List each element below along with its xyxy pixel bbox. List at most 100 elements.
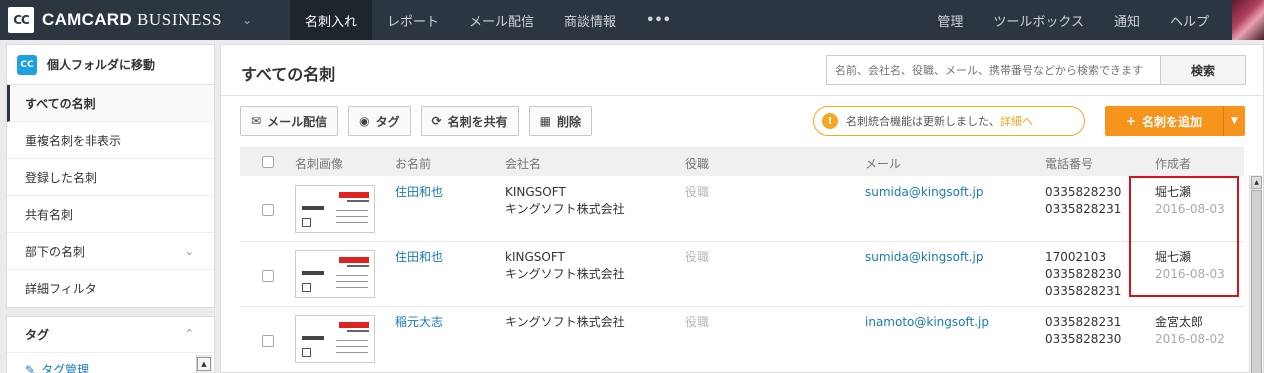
select-all-checkbox[interactable] bbox=[262, 156, 274, 168]
nav-item-notifications[interactable]: 通知 bbox=[1099, 0, 1155, 40]
tag-manage-label: タグ管理 bbox=[41, 363, 90, 373]
col-name[interactable]: お名前 bbox=[395, 155, 431, 172]
main-panel: すべての名刺 検索 ✉ メール配信 ◉ タグ ⟳ 名刺を共有 ▦ 削除 ! 名刺… bbox=[220, 44, 1264, 373]
phone-2: 0335828230 bbox=[1045, 332, 1122, 346]
col-role[interactable]: 役職 bbox=[685, 155, 709, 172]
tag-icon: ◉ bbox=[359, 114, 370, 128]
sidebar: CC 個人フォルダに移動 すべての名刺 重複名刺を非表示 登録した名刺 共有名刺… bbox=[6, 44, 215, 373]
table-row[interactable]: 稲元大志 キングソフト株式会社 役職 inamoto@kingsoft.jp 0… bbox=[240, 307, 1244, 373]
sidebar-card: CC 個人フォルダに移動 すべての名刺 重複名刺を非表示 登録した名刺 共有名刺… bbox=[6, 44, 215, 308]
nav-right: 管理 ツールボックス 通知 ヘルプ bbox=[922, 0, 1224, 40]
trash-icon: ▦ bbox=[539, 114, 551, 128]
camcard-icon: CC bbox=[17, 54, 37, 75]
row-checkbox[interactable] bbox=[262, 204, 274, 216]
add-card-dropdown[interactable]: ▼ bbox=[1223, 106, 1245, 136]
email-link[interactable]: sumida@kingsoft.jp bbox=[865, 182, 983, 202]
tag-panel: タグ ⌃ ✎ タグ管理 ▲ bbox=[6, 316, 215, 373]
caret-down-icon: ▼ bbox=[1231, 116, 1238, 126]
toolbar: ✉ メール配信 ◉ タグ ⟳ 名刺を共有 ▦ 削除 bbox=[240, 106, 593, 136]
nav-item-more[interactable]: ••• bbox=[631, 0, 686, 40]
business-card-thumbnail[interactable] bbox=[295, 315, 375, 363]
col-company[interactable]: 会社名 bbox=[505, 155, 541, 172]
table-row[interactable]: 住田和也 kINGSOFT キングソフト株式会社 役職 sumida@kings… bbox=[240, 242, 1244, 307]
brand-thin: BUSINESS bbox=[136, 10, 223, 29]
add-card-button[interactable]: + 名刺を追加 bbox=[1105, 106, 1223, 136]
chevron-up-icon[interactable]: ⌃ bbox=[185, 327, 194, 340]
search-box[interactable] bbox=[826, 55, 1161, 85]
contact-name[interactable]: 住田和也 bbox=[395, 247, 443, 267]
tag-button[interactable]: ◉ タグ bbox=[348, 106, 411, 136]
email-link[interactable]: inamoto@kingsoft.jp bbox=[865, 312, 989, 332]
email-link[interactable]: sumida@kingsoft.jp bbox=[865, 247, 983, 267]
brand-bold: CAMCARD bbox=[42, 10, 132, 29]
share-label: 名刺を共有 bbox=[447, 114, 508, 129]
avatar[interactable] bbox=[1232, 0, 1264, 40]
tag-label: タグ bbox=[375, 114, 400, 129]
add-card-label: 名刺を追加 bbox=[1142, 114, 1203, 129]
tag-scrollbar[interactable]: ▲ bbox=[196, 355, 212, 373]
sidebar-item-registered[interactable]: 登録した名刺 bbox=[7, 159, 214, 196]
highlight-annotation-box bbox=[1129, 176, 1239, 297]
camcard-logo-icon: CC bbox=[8, 7, 34, 33]
nav-item-report[interactable]: レポート bbox=[372, 0, 454, 40]
brand-name: CAMCARD BUSINESS bbox=[42, 10, 222, 30]
col-creator[interactable]: 作成者 bbox=[1155, 155, 1191, 172]
envelope-icon: ✉ bbox=[251, 114, 262, 128]
mail-delivery-label: メール配信 bbox=[267, 114, 328, 129]
sidebar-item-advanced-filter[interactable]: 詳細フィルタ bbox=[7, 270, 214, 307]
company-name-ja: キングソフト株式会社 bbox=[505, 267, 625, 281]
row-checkbox[interactable] bbox=[262, 270, 274, 282]
delete-button[interactable]: ▦ 削除 bbox=[528, 106, 593, 136]
nav-item-mail-delivery[interactable]: メール配信 bbox=[454, 0, 549, 40]
share-button[interactable]: ⟳ 名刺を共有 bbox=[420, 106, 519, 136]
business-card-thumbnail[interactable] bbox=[295, 250, 375, 298]
personal-folder-link[interactable]: CC 個人フォルダに移動 bbox=[7, 45, 214, 85]
tag-header[interactable]: タグ bbox=[7, 317, 214, 353]
scroll-up-icon[interactable]: ▲ bbox=[1251, 176, 1262, 189]
company-name-ja: キングソフト株式会社 bbox=[505, 315, 625, 329]
nav-item-deals[interactable]: 商談情報 bbox=[549, 0, 631, 40]
table-row[interactable]: 住田和也 KINGSOFT キングソフト株式会社 役職 sumida@kings… bbox=[240, 176, 1244, 242]
nav-item-help[interactable]: ヘルプ bbox=[1155, 0, 1224, 40]
sidebar-item-all-cards[interactable]: すべての名刺 bbox=[7, 85, 214, 122]
pencil-icon: ✎ bbox=[25, 362, 36, 373]
delete-label: 削除 bbox=[557, 114, 582, 129]
notice-detail-link[interactable]: 詳細へ bbox=[1000, 115, 1033, 128]
plus-icon: + bbox=[1125, 114, 1137, 128]
contact-name[interactable]: 住田和也 bbox=[395, 182, 443, 202]
sidebar-item-hide-duplicates[interactable]: 重複名刺を非表示 bbox=[7, 122, 214, 159]
top-navbar: CC CAMCARD BUSINESS ⌄ 名刺入れ レポート メール配信 商談… bbox=[0, 0, 1264, 40]
nav-item-toolbox[interactable]: ツールボックス bbox=[978, 0, 1099, 40]
table-header: 名刺画像 お名前 会社名 役職 メール 電話番号 作成者 bbox=[240, 147, 1244, 176]
notice-text: 名刺統合機能は更新しました、 bbox=[846, 115, 1000, 128]
contact-name[interactable]: 稲元大志 bbox=[395, 312, 443, 332]
role-value: 役職 bbox=[685, 315, 710, 329]
sidebar-item-subordinates[interactable]: 部下の名刺 ⌄ bbox=[7, 233, 214, 270]
chevron-down-icon[interactable]: ⌄ bbox=[185, 245, 194, 258]
tag-manage-link[interactable]: ✎ タグ管理 bbox=[25, 361, 89, 373]
created-date: 2016-08-02 bbox=[1155, 332, 1225, 346]
share-icon: ⟳ bbox=[431, 114, 442, 128]
col-email[interactable]: メール bbox=[865, 155, 901, 172]
page-scrollbar[interactable]: ▲ bbox=[1249, 175, 1262, 373]
search-input[interactable] bbox=[835, 63, 1160, 77]
scroll-up-icon[interactable]: ▲ bbox=[197, 357, 211, 371]
row-checkbox[interactable] bbox=[262, 335, 274, 347]
merge-notice: ! 名刺統合機能は更新しました、詳細へ bbox=[813, 106, 1085, 136]
nav-item-admin[interactable]: 管理 bbox=[922, 0, 978, 40]
main-nav: 名刺入れ レポート メール配信 商談情報 ••• bbox=[290, 0, 686, 40]
search-button[interactable]: 検索 bbox=[1160, 55, 1246, 85]
phone-2: 0335828231 bbox=[1045, 202, 1122, 216]
chevron-down-icon[interactable]: ⌄ bbox=[242, 13, 252, 27]
col-image: 名刺画像 bbox=[295, 157, 344, 171]
app-logo[interactable]: CC CAMCARD BUSINESS ⌄ bbox=[0, 0, 290, 40]
personal-folder-label: 個人フォルダに移動 bbox=[47, 58, 156, 72]
nav-item-cardholder[interactable]: 名刺入れ bbox=[290, 0, 373, 40]
sidebar-item-shared[interactable]: 共有名刺 bbox=[7, 196, 214, 233]
business-card-thumbnail[interactable] bbox=[295, 185, 375, 233]
col-phone[interactable]: 電話番号 bbox=[1045, 155, 1093, 172]
sidebar-item-subordinates-label: 部下の名刺 bbox=[25, 244, 86, 259]
scroll-thumb[interactable] bbox=[1251, 190, 1262, 373]
mail-delivery-button[interactable]: ✉ メール配信 bbox=[240, 106, 339, 136]
divider bbox=[221, 95, 1263, 96]
